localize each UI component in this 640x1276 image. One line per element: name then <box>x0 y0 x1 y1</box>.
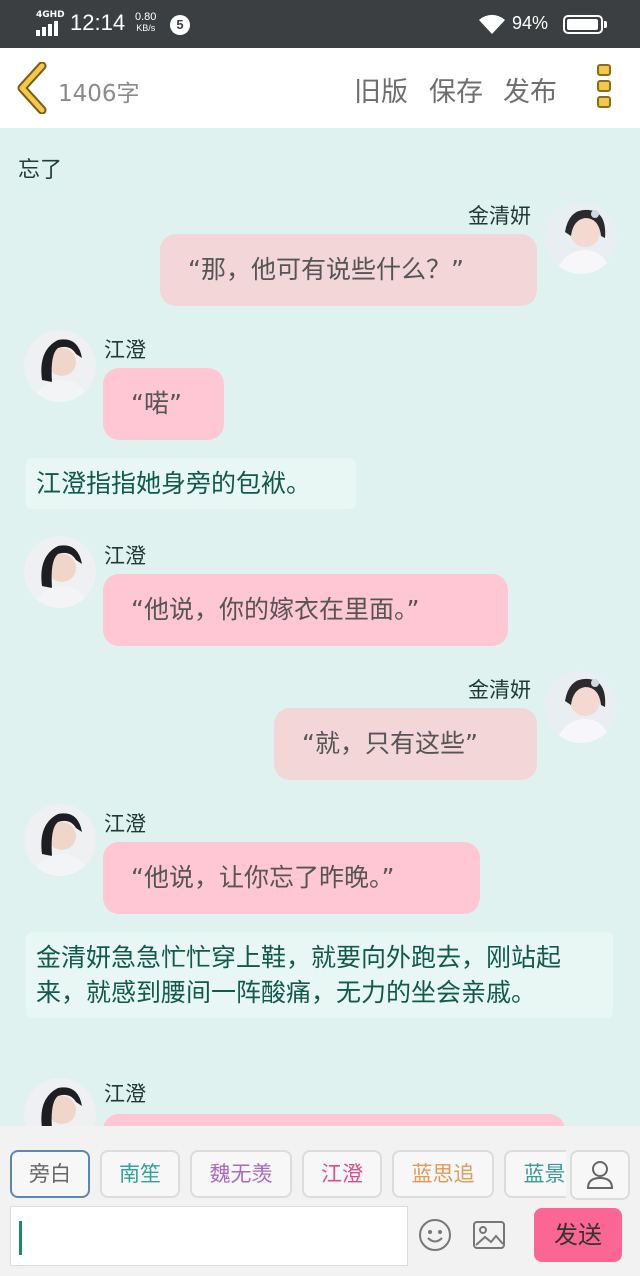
chevron-left-icon <box>17 61 47 115</box>
message-bubble[interactable]: “那，他可有说些什么？” <box>160 234 537 306</box>
composer-bar: 旁白 南笙 魏无羡 江澄 蓝思追 蓝景仪 发送 <box>0 1126 640 1276</box>
battery-icon <box>563 15 607 34</box>
person-icon <box>586 1161 614 1189</box>
image-icon[interactable] <box>472 1220 506 1250</box>
character-chip[interactable]: 南笙 <box>100 1150 180 1198</box>
network-speed: 0.80 KB/s <box>135 11 157 34</box>
publish-button[interactable]: 发布 <box>503 70 557 109</box>
speaker-name: 金清妍 <box>468 678 531 702</box>
speaker-name: 江澄 <box>104 338 146 362</box>
avatar-jiang-cheng[interactable] <box>24 536 96 608</box>
send-button[interactable]: 发送 <box>534 1208 622 1262</box>
character-chip[interactable]: 江澄 <box>302 1150 382 1198</box>
battery-percent: 94% <box>512 13 549 33</box>
status-bar: 4GHD 12:14 0.80 KB/s 5 94% <box>0 0 640 48</box>
avatar-jiang-cheng[interactable] <box>24 330 96 402</box>
notification-count-badge: 5 <box>170 15 190 35</box>
network-type: 4GHD <box>36 10 65 20</box>
wifi-icon <box>478 14 506 36</box>
cellular-signal-icon: 4GHD <box>36 10 65 36</box>
message-bubble[interactable]: “喏” <box>103 368 224 440</box>
narration-block[interactable]: 金清妍急急忙忙穿上鞋，就要向外跑去，刚站起来，就感到腰间一阵酸痛，无力的坐会亲戚… <box>26 932 613 1018</box>
word-count: 1406字 <box>58 81 140 107</box>
vertical-dots-menu-icon[interactable] <box>593 64 615 114</box>
avatar-jin-qingyan[interactable] <box>545 671 617 743</box>
message-bubble[interactable]: “他说，你的嫁衣在里面。” <box>103 574 508 646</box>
speaker-name: 江澄 <box>104 812 146 836</box>
message-bubble[interactable]: “他说，让你忘了昨晚。” <box>103 842 480 914</box>
editor-header: 1406字 旧版 保存 发布 <box>0 48 640 128</box>
character-profile-button[interactable] <box>570 1150 630 1200</box>
character-chip-narrator[interactable]: 旁白 <box>10 1150 90 1198</box>
narration-block[interactable]: 江澄指指她身旁的包袱。 <box>26 458 356 509</box>
clock: 12:14 <box>70 10 126 35</box>
character-chip[interactable]: 蓝景仪 <box>504 1150 566 1198</box>
chat-area[interactable]: 忘了 金清妍 “那，他可有说些什么？” 江澄 “喏” 江澄指指她身旁的包袱。 江… <box>0 128 640 1126</box>
speaker-name: 金清妍 <box>468 204 531 228</box>
text-caret <box>19 1221 22 1255</box>
character-chip[interactable]: 蓝思追 <box>392 1150 494 1198</box>
message-input[interactable] <box>10 1206 408 1266</box>
message-bubble[interactable]: “就，只有这些” <box>274 708 537 780</box>
save-button[interactable]: 保存 <box>429 70 483 109</box>
speaker-name: 江澄 <box>104 1082 146 1106</box>
character-selector[interactable]: 旁白 南笙 魏无羡 江澄 蓝思追 蓝景仪 <box>0 1150 566 1200</box>
smiley-icon[interactable] <box>418 1218 452 1252</box>
message-bubble[interactable] <box>103 1114 565 1126</box>
character-chip[interactable]: 魏无羡 <box>190 1150 292 1198</box>
old-version-button[interactable]: 旧版 <box>354 70 408 109</box>
narration-text: 忘了 <box>18 158 63 183</box>
back-button[interactable] <box>12 61 52 115</box>
speaker-name: 江澄 <box>104 544 146 568</box>
avatar-jiang-cheng[interactable] <box>24 1078 96 1126</box>
avatar-jiang-cheng[interactable] <box>24 804 96 876</box>
avatar-jin-qingyan[interactable] <box>545 202 617 274</box>
